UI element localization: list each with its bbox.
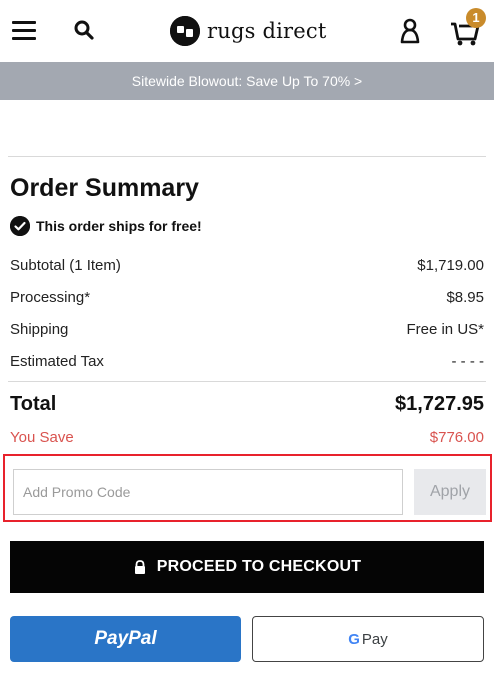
google-g-icon: G xyxy=(348,630,360,648)
subtotal-value: $1,719.00 xyxy=(417,257,484,274)
total-label: Total xyxy=(10,393,57,415)
total-row: Total $1,727.95 xyxy=(10,393,484,416)
cart-count-badge: 1 xyxy=(466,8,486,28)
divider xyxy=(8,156,486,157)
hamburger-menu-icon[interactable] xyxy=(12,21,36,41)
apply-promo-button[interactable]: Apply xyxy=(414,469,486,515)
processing-label: Processing* xyxy=(10,289,91,306)
promo-code-input[interactable] xyxy=(13,469,403,515)
brand-logo[interactable]: rugs direct xyxy=(170,15,326,47)
site-header: rugs direct 1 xyxy=(0,0,494,62)
processing-row: Processing* $8.95 xyxy=(10,289,484,306)
paypal-button[interactable]: PayPal xyxy=(10,616,241,662)
estimated-tax-row: Estimated Tax - - - - xyxy=(10,353,484,370)
cart-button[interactable]: 1 xyxy=(448,8,488,48)
promo-code-section: Apply xyxy=(3,454,492,522)
brand-name: rugs direct xyxy=(207,19,327,43)
shipping-row: Shipping Free in US* xyxy=(10,321,484,338)
shipping-value: Free in US* xyxy=(406,321,484,338)
google-pay-label: Pay xyxy=(361,630,388,648)
estimated-tax-value: - - - - xyxy=(451,353,484,370)
free-shipping-notice: This order ships for free! xyxy=(10,216,202,236)
total-value: $1,727.95 xyxy=(395,393,484,415)
checkmark-circle-icon xyxy=(10,216,30,236)
google-pay-button[interactable]: G Pay xyxy=(252,616,484,662)
order-summary-title: Order Summary xyxy=(10,174,199,202)
processing-value: $8.95 xyxy=(446,289,484,306)
savings-label: You Save xyxy=(10,429,74,446)
search-icon[interactable] xyxy=(70,16,100,46)
estimated-tax-label: Estimated Tax xyxy=(10,353,104,370)
account-icon[interactable] xyxy=(398,16,422,46)
proceed-to-checkout-button[interactable]: PROCEED TO CHECKOUT xyxy=(10,541,484,593)
shipping-label: Shipping xyxy=(10,321,69,338)
subtotal-row: Subtotal (1 Item) $1,719.00 xyxy=(10,257,484,274)
free-shipping-text: This order ships for free! xyxy=(36,218,202,234)
savings-value: $776.00 xyxy=(429,429,484,446)
savings-row: You Save $776.00 xyxy=(10,429,484,446)
rugs-direct-logo-icon xyxy=(170,16,200,46)
promo-banner[interactable]: Sitewide Blowout: Save Up To 70% > xyxy=(0,62,494,100)
subtotal-label: Subtotal (1 Item) xyxy=(10,257,121,274)
lock-icon xyxy=(133,560,147,574)
checkout-label: PROCEED TO CHECKOUT xyxy=(156,558,362,575)
divider xyxy=(8,381,486,382)
